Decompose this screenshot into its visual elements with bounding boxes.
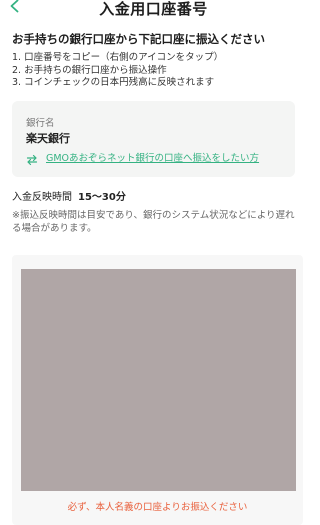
instruction-title: お手持ちの銀行口座から下記口座に振込ください [12, 32, 265, 46]
switch-bank-text[interactable]: GMOあおぞらネット銀行の口座へ振込をしたい方 [46, 150, 259, 164]
page-title: 入金用口座番号 [99, 0, 208, 18]
bank-card: 銀行名 楽天銀行 GMOあおぞらネット銀行の口座へ振込をしたい方 [12, 101, 295, 177]
reflect-time: 入金反映時間 15〜30分 [12, 188, 126, 203]
account-details-placeholder [21, 269, 296, 491]
account-card: 必ず、本人名義の口座よりお振込ください [12, 255, 303, 525]
reflect-time-label: 入金反映時間 [12, 192, 72, 203]
warning-text: 必ず、本人名義の口座よりお振込ください [67, 502, 248, 513]
reflect-time-value: 15〜30分 [78, 192, 126, 203]
instruction-step: 3. コインチェックの日本円残高に反映されます [12, 77, 215, 88]
bank-name: 楽天銀行 [26, 132, 70, 145]
swap-arrows-icon [26, 151, 38, 166]
instruction-steps: 1. 口座番号をコピー（右側のアイコンをタップ） 2. お手持ちの銀行口座から振… [12, 52, 223, 90]
reflect-note: ※振込反映時間は目安であり、銀行のシステム状況などにより遅れる場合があります。 [12, 210, 295, 234]
switch-bank-link[interactable]: GMOあおぞらネット銀行の口座へ振込をしたい方 [26, 149, 259, 166]
instruction-step: 2. お手持ちの銀行口座から振込操作 [12, 64, 167, 76]
bank-label: 銀行名 [26, 118, 55, 129]
instruction-step: 1. 口座番号をコピー（右側のアイコンをタップ） [12, 52, 224, 63]
header: 入金用口座番号 [0, 0, 307, 20]
